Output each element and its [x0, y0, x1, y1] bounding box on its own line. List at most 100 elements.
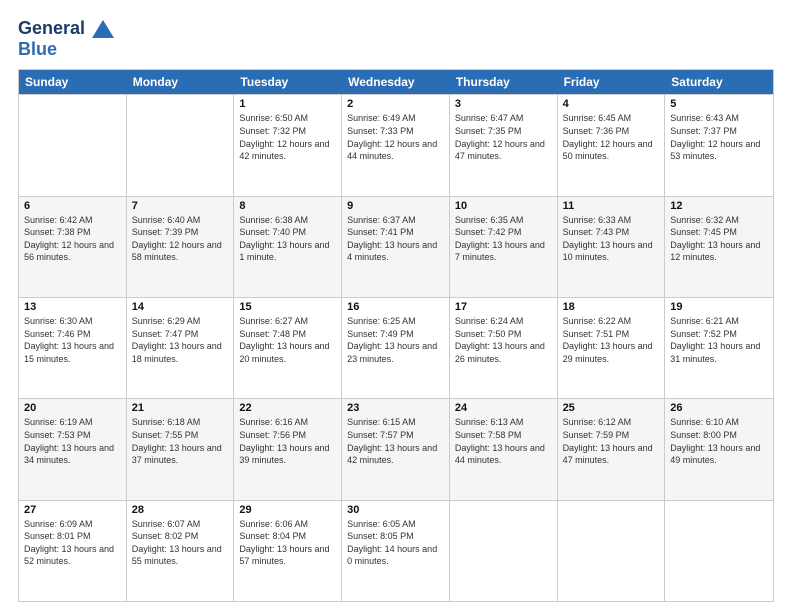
calendar-cell — [450, 501, 558, 601]
calendar-cell: 7 Sunrise: 6:40 AM Sunset: 7:39 PM Daylig… — [127, 197, 235, 297]
calendar-cell: 16Sunrise: 6:25 AM Sunset: 7:49 PM Dayli… — [342, 298, 450, 398]
calendar-cell: 22 Sunrise: 6:16 AM Sunset: 7:56 PM Dayli… — [234, 399, 342, 499]
calendar-cell: 21 Sunrise: 6:18 AM Sunset: 7:55 PM Dayli… — [127, 399, 235, 499]
logo: General Blue — [18, 18, 114, 59]
day-number: 23 — [347, 402, 444, 414]
calendar-cell: 11 Sunrise: 6:33 AM Sunset: 7:43 PM Dayli… — [558, 197, 666, 297]
calendar-cell: 4Sunrise: 6:45 AM Sunset: 7:36 PM Daylig… — [558, 95, 666, 195]
day-info: Sunrise: 6:06 AM Sunset: 8:04 PM Dayligh… — [239, 518, 336, 568]
page: General Blue SundayMondayTuesdayWednesda… — [0, 0, 792, 612]
calendar-cell — [127, 95, 235, 195]
logo-triangle-icon — [92, 20, 114, 38]
calendar-cell: 3Sunrise: 6:47 AM Sunset: 7:35 PM Daylig… — [450, 95, 558, 195]
calendar-week: 13 Sunrise: 6:30 AM Sunset: 7:46 PM Dayli… — [19, 297, 773, 398]
calendar-cell: 20 Sunrise: 6:19 AM Sunset: 7:53 PM Dayli… — [19, 399, 127, 499]
calendar-cell: 6Sunrise: 6:42 AM Sunset: 7:38 PM Daylig… — [19, 197, 127, 297]
day-number: 27 — [24, 504, 121, 516]
header: General Blue — [18, 18, 774, 59]
day-number: 30 — [347, 504, 444, 516]
day-number: 13 — [24, 301, 121, 313]
day-info: Sunrise: 6:33 AM Sunset: 7:43 PM Dayligh… — [563, 214, 660, 264]
calendar-cell: 10 Sunrise: 6:35 AM Sunset: 7:42 PM Dayli… — [450, 197, 558, 297]
day-info: Sunrise: 6:16 AM Sunset: 7:56 PM Dayligh… — [239, 416, 336, 466]
calendar-body: 1 Sunrise: 6:50 AM Sunset: 7:32 PM Daylig… — [19, 94, 773, 601]
day-number: 9 — [347, 200, 444, 212]
day-info: Sunrise: 6:10 AM Sunset: 8:00 PM Dayligh… — [670, 416, 768, 466]
day-number: 14 — [132, 301, 229, 313]
day-info: Sunrise: 6:38 AM Sunset: 7:40 PM Dayligh… — [239, 214, 336, 264]
day-number: 17 — [455, 301, 552, 313]
day-number: 7 — [132, 200, 229, 212]
day-info: Sunrise: 6:15 AM Sunset: 7:57 PM Dayligh… — [347, 416, 444, 466]
weekday-header: Friday — [558, 70, 666, 94]
day-info: Sunrise: 6:18 AM Sunset: 7:55 PM Dayligh… — [132, 416, 229, 466]
day-number: 18 — [563, 301, 660, 313]
calendar-cell: 25 Sunrise: 6:12 AM Sunset: 7:59 PM Dayli… — [558, 399, 666, 499]
day-info: Sunrise: 6:13 AM Sunset: 7:58 PM Dayligh… — [455, 416, 552, 466]
day-number: 10 — [455, 200, 552, 212]
logo-text: General — [18, 18, 114, 39]
calendar-cell — [19, 95, 127, 195]
calendar-cell: 30 Sunrise: 6:05 AM Sunset: 8:05 PM Dayli… — [342, 501, 450, 601]
day-number: 4 — [563, 98, 660, 110]
calendar-cell — [558, 501, 666, 601]
day-info: Sunrise: 6:47 AM Sunset: 7:35 PM Dayligh… — [455, 112, 552, 162]
calendar-week: 20 Sunrise: 6:19 AM Sunset: 7:53 PM Dayli… — [19, 398, 773, 499]
day-number: 25 — [563, 402, 660, 414]
day-number: 24 — [455, 402, 552, 414]
day-number: 11 — [563, 200, 660, 212]
weekday-header: Tuesday — [234, 70, 342, 94]
day-number: 28 — [132, 504, 229, 516]
day-info: Sunrise: 6:29 AM Sunset: 7:47 PM Dayligh… — [132, 315, 229, 365]
day-number: 15 — [239, 301, 336, 313]
day-number: 26 — [670, 402, 768, 414]
calendar-week: 6Sunrise: 6:42 AM Sunset: 7:38 PM Daylig… — [19, 196, 773, 297]
calendar-header: SundayMondayTuesdayWednesdayThursdayFrid… — [19, 70, 773, 94]
day-info: Sunrise: 6:21 AM Sunset: 7:52 PM Dayligh… — [670, 315, 768, 365]
calendar-cell: 9 Sunrise: 6:37 AM Sunset: 7:41 PM Daylig… — [342, 197, 450, 297]
day-number: 12 — [670, 200, 768, 212]
weekday-header: Thursday — [450, 70, 558, 94]
calendar-cell: 2Sunrise: 6:49 AM Sunset: 7:33 PM Daylig… — [342, 95, 450, 195]
day-info: Sunrise: 6:37 AM Sunset: 7:41 PM Dayligh… — [347, 214, 444, 264]
day-info: Sunrise: 6:32 AM Sunset: 7:45 PM Dayligh… — [670, 214, 768, 264]
day-info: Sunrise: 6:27 AM Sunset: 7:48 PM Dayligh… — [239, 315, 336, 365]
weekday-header: Monday — [127, 70, 235, 94]
day-number: 20 — [24, 402, 121, 414]
calendar-cell: 24 Sunrise: 6:13 AM Sunset: 7:58 PM Dayli… — [450, 399, 558, 499]
calendar-cell: 12 Sunrise: 6:32 AM Sunset: 7:45 PM Dayli… — [665, 197, 773, 297]
day-number: 5 — [670, 98, 768, 110]
calendar-cell: 14 Sunrise: 6:29 AM Sunset: 7:47 PM Dayli… — [127, 298, 235, 398]
day-info: Sunrise: 6:50 AM Sunset: 7:32 PM Dayligh… — [239, 112, 336, 162]
logo-blue: Blue — [18, 39, 114, 60]
day-info: Sunrise: 6:30 AM Sunset: 7:46 PM Dayligh… — [24, 315, 121, 365]
calendar-cell: 8Sunrise: 6:38 AM Sunset: 7:40 PM Daylig… — [234, 197, 342, 297]
calendar-cell: 28 Sunrise: 6:07 AM Sunset: 8:02 PM Dayli… — [127, 501, 235, 601]
calendar-cell — [665, 501, 773, 601]
calendar-cell: 18 Sunrise: 6:22 AM Sunset: 7:51 PM Dayli… — [558, 298, 666, 398]
day-info: Sunrise: 6:09 AM Sunset: 8:01 PM Dayligh… — [24, 518, 121, 568]
calendar-cell: 23 Sunrise: 6:15 AM Sunset: 7:57 PM Dayli… — [342, 399, 450, 499]
calendar-week: 1 Sunrise: 6:50 AM Sunset: 7:32 PM Daylig… — [19, 94, 773, 195]
day-number: 16 — [347, 301, 444, 313]
day-number: 6 — [24, 200, 121, 212]
weekday-header: Wednesday — [342, 70, 450, 94]
day-info: Sunrise: 6:35 AM Sunset: 7:42 PM Dayligh… — [455, 214, 552, 264]
calendar-cell: 26 Sunrise: 6:10 AM Sunset: 8:00 PM Dayli… — [665, 399, 773, 499]
day-info: Sunrise: 6:22 AM Sunset: 7:51 PM Dayligh… — [563, 315, 660, 365]
calendar-cell: 1 Sunrise: 6:50 AM Sunset: 7:32 PM Daylig… — [234, 95, 342, 195]
calendar-cell: 13 Sunrise: 6:30 AM Sunset: 7:46 PM Dayli… — [19, 298, 127, 398]
day-info: Sunrise: 6:07 AM Sunset: 8:02 PM Dayligh… — [132, 518, 229, 568]
day-number: 21 — [132, 402, 229, 414]
day-info: Sunrise: 6:12 AM Sunset: 7:59 PM Dayligh… — [563, 416, 660, 466]
day-info: Sunrise: 6:05 AM Sunset: 8:05 PM Dayligh… — [347, 518, 444, 568]
day-number: 1 — [239, 98, 336, 110]
day-number: 22 — [239, 402, 336, 414]
calendar: SundayMondayTuesdayWednesdayThursdayFrid… — [18, 69, 774, 602]
day-info: Sunrise: 6:24 AM Sunset: 7:50 PM Dayligh… — [455, 315, 552, 365]
calendar-cell: 15 Sunrise: 6:27 AM Sunset: 7:48 PM Dayli… — [234, 298, 342, 398]
day-info: Sunrise: 6:40 AM Sunset: 7:39 PM Dayligh… — [132, 214, 229, 264]
calendar-cell: 19Sunrise: 6:21 AM Sunset: 7:52 PM Dayli… — [665, 298, 773, 398]
day-info: Sunrise: 6:19 AM Sunset: 7:53 PM Dayligh… — [24, 416, 121, 466]
day-number: 2 — [347, 98, 444, 110]
